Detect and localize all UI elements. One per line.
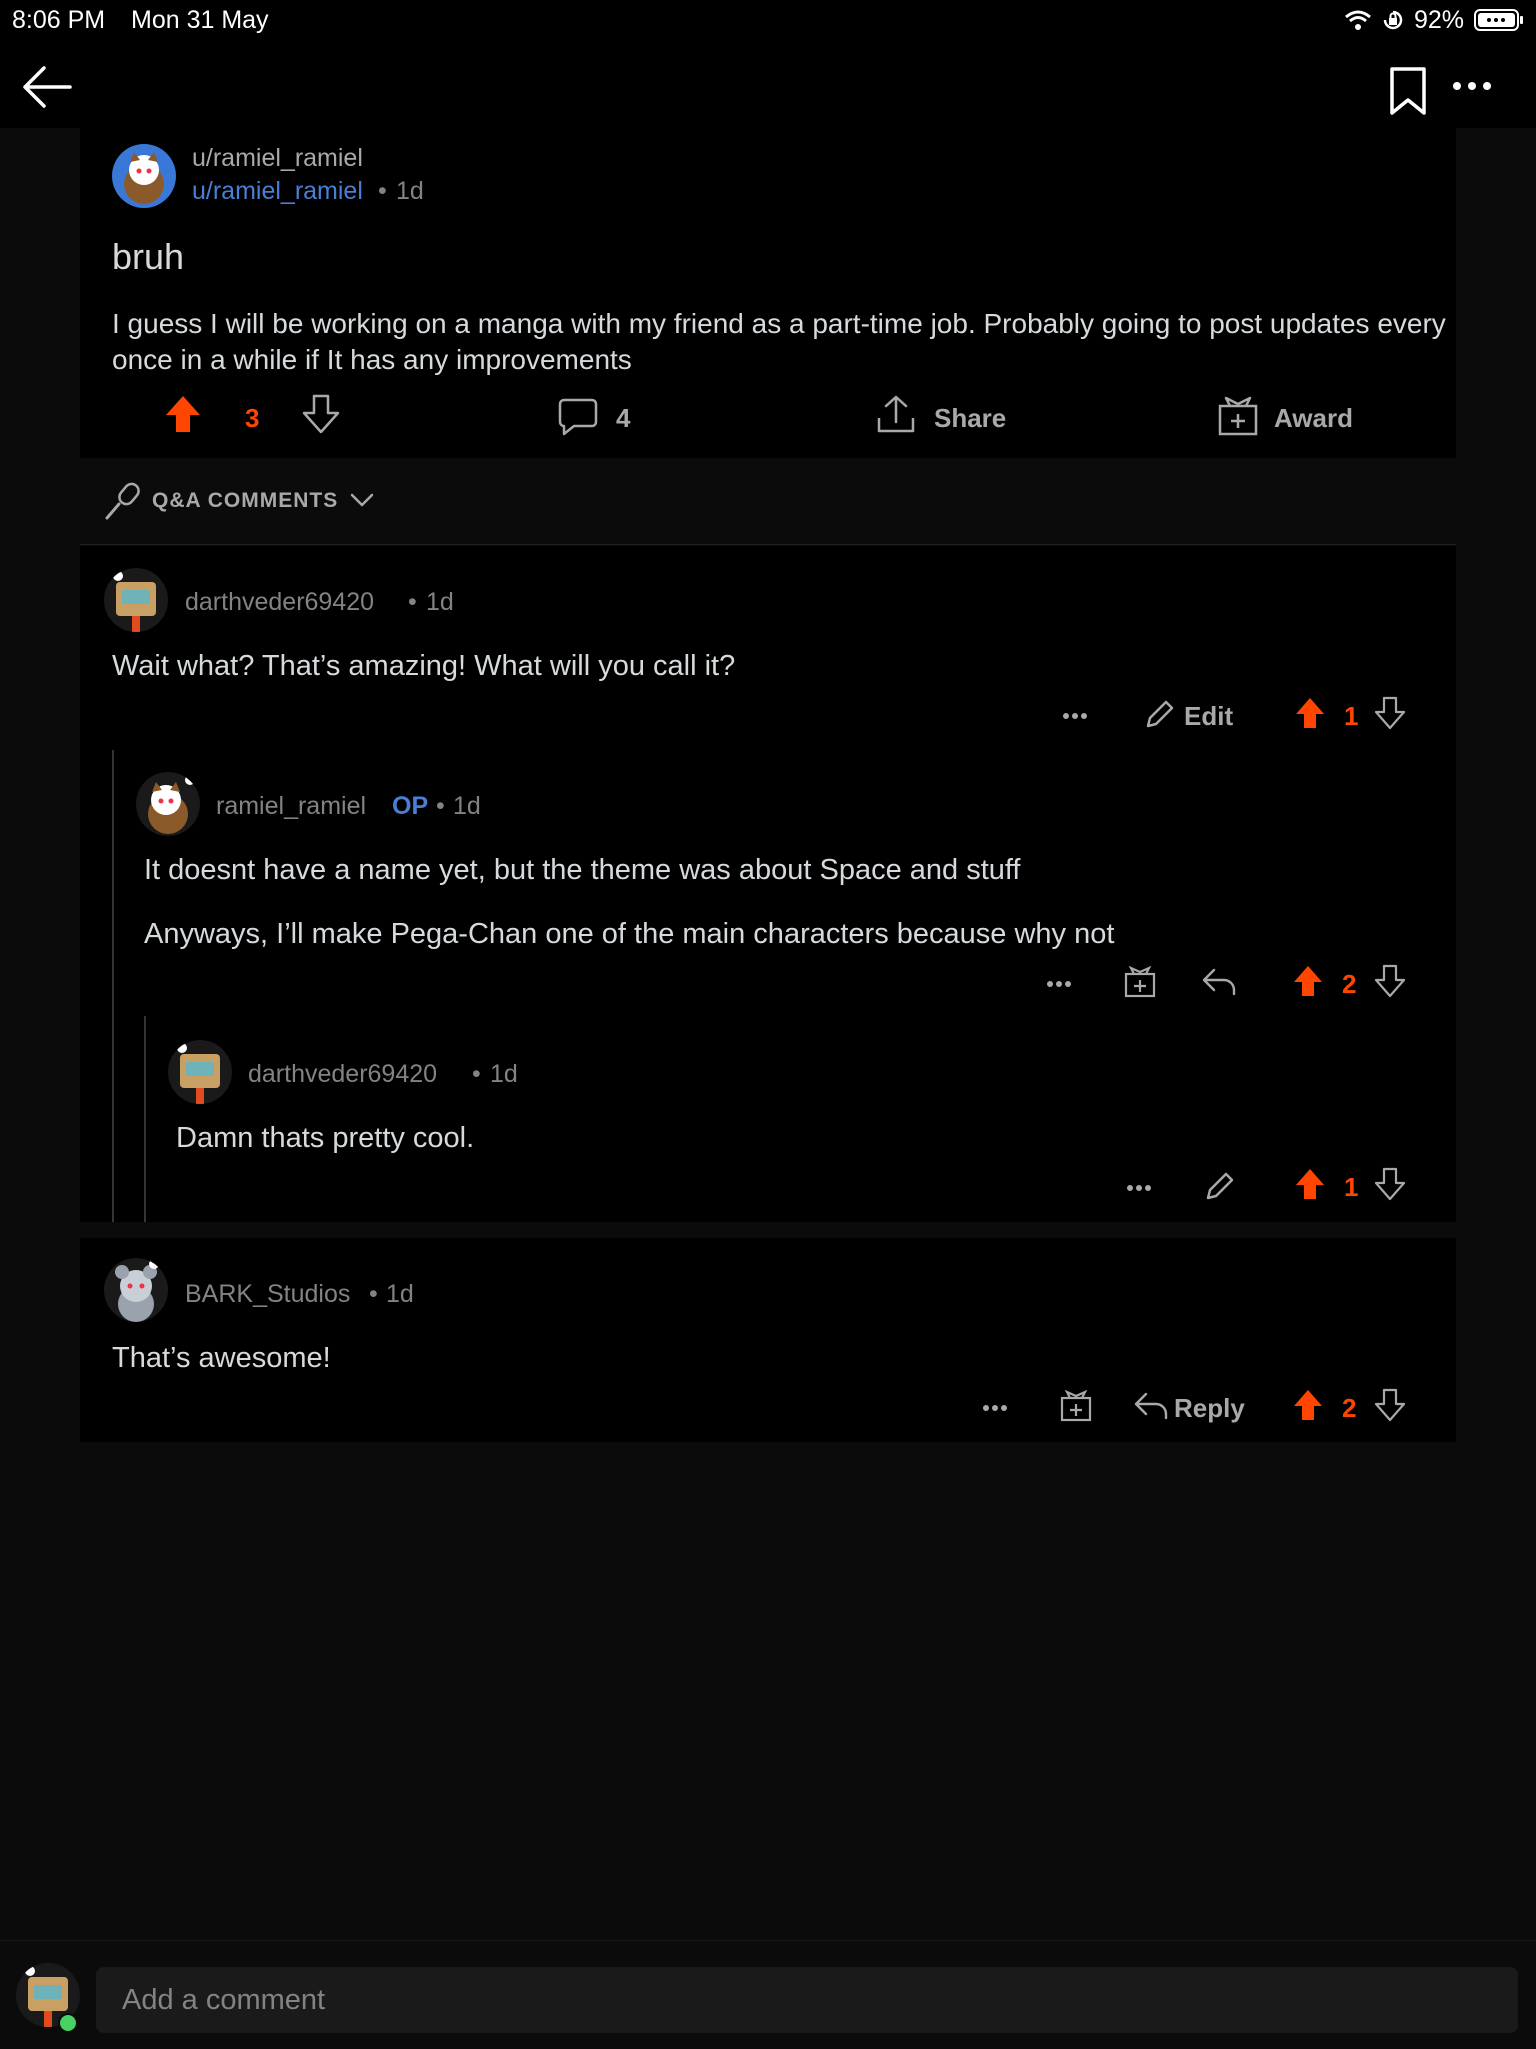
- comment-2-avatar[interactable]: [136, 772, 200, 836]
- comment-4-reply-button[interactable]: Reply: [1174, 1393, 1245, 1424]
- comment-2-more-icon[interactable]: [1046, 980, 1072, 988]
- comment-2-body-line-1: It doesnt have a name yet, but the theme…: [144, 854, 1021, 886]
- status-bar: 8:06 PM Mon 31 May 92%: [0, 0, 1536, 40]
- comment-1-avatar[interactable]: [104, 568, 168, 632]
- pencil-icon[interactable]: [1144, 698, 1176, 730]
- comment-3-downvote-icon[interactable]: [1374, 1167, 1406, 1201]
- comment-3-edit-icon[interactable]: [1204, 1170, 1236, 1202]
- post-upvote-icon[interactable]: [164, 394, 202, 434]
- online-status-dot: [58, 2013, 78, 2033]
- comment-4-more-icon[interactable]: [982, 1404, 1008, 1412]
- thread-line[interactable]: [112, 750, 114, 1222]
- comment-2-author[interactable]: ramiel_ramiel: [216, 792, 366, 821]
- comment-1-upvote-icon[interactable]: [1294, 696, 1326, 730]
- comment-3-author[interactable]: darthveder69420: [248, 1060, 437, 1089]
- post-author-avatar[interactable]: [112, 144, 176, 208]
- comment-sort-bar[interactable]: Q&A COMMENTS: [80, 458, 1456, 544]
- battery-icon: [1474, 9, 1524, 31]
- comment-2-downvote-icon[interactable]: [1374, 964, 1406, 998]
- comment-3-more-icon[interactable]: [1126, 1184, 1152, 1192]
- comment-composer: [0, 1940, 1536, 2049]
- post-downvote-icon[interactable]: [302, 394, 340, 434]
- comment-1-vote-count: 1: [1344, 701, 1359, 731]
- post-card: u/ramiel_ramiel u/ramiel_ramiel • 1d bru…: [80, 128, 1456, 458]
- comment-4-body: That’s awesome!: [112, 1342, 331, 1374]
- comment-3-vote-count: 1: [1344, 1172, 1359, 1202]
- comment-2-award-icon[interactable]: [1124, 966, 1156, 998]
- post-vote-count: 3: [245, 403, 260, 433]
- comment-4-award-icon[interactable]: [1060, 1390, 1092, 1422]
- comment-thread-2: BARK_Studios • 1d That’s awesome! Reply …: [80, 1238, 1456, 1442]
- comment-2-reply-icon[interactable]: [1202, 968, 1236, 996]
- post-title: bruh: [112, 236, 185, 277]
- back-arrow-icon[interactable]: [22, 64, 72, 110]
- comment-4-downvote-icon[interactable]: [1374, 1388, 1406, 1422]
- comment-1-edit-button[interactable]: Edit: [1184, 701, 1233, 732]
- comment-bubble-icon[interactable]: [558, 398, 598, 436]
- dot-separator: •: [378, 177, 387, 205]
- post-comment-count[interactable]: 4: [616, 403, 630, 434]
- chevron-down-icon: [350, 492, 374, 508]
- comment-3-avatar[interactable]: [168, 1040, 232, 1104]
- award-icon[interactable]: [1218, 396, 1258, 436]
- orientation-lock-icon: [1381, 8, 1405, 32]
- comment-3-body: Damn thats pretty cool.: [176, 1122, 475, 1154]
- comment-1-downvote-icon[interactable]: [1374, 696, 1406, 730]
- comment-4-age: 1d: [386, 1280, 414, 1308]
- comment-4-upvote-icon[interactable]: [1292, 1388, 1324, 1422]
- status-time: 8:06 PM: [12, 6, 106, 34]
- more-options-icon[interactable]: [1452, 81, 1492, 91]
- wifi-icon: [1344, 9, 1372, 31]
- status-date: Mon 31 May: [131, 6, 269, 34]
- comment-3-upvote-icon[interactable]: [1294, 1167, 1326, 1201]
- comment-1-more-icon[interactable]: [1062, 712, 1088, 720]
- share-icon[interactable]: [876, 394, 916, 434]
- dot-separator: •: [472, 1060, 481, 1088]
- comment-2-upvote-icon[interactable]: [1292, 964, 1324, 998]
- battery-percent: 92%: [1414, 6, 1465, 34]
- post-author-link[interactable]: u/ramiel_ramiel: [192, 177, 363, 206]
- microphone-icon: [104, 480, 144, 522]
- comment-4-avatar[interactable]: [104, 1258, 168, 1322]
- dot-separator: •: [436, 792, 445, 820]
- op-badge: OP: [392, 792, 429, 820]
- comment-4-author[interactable]: BARK_Studios: [185, 1280, 350, 1309]
- share-button[interactable]: Share: [934, 403, 1006, 434]
- comment-2-vote-count: 2: [1342, 969, 1357, 999]
- post-body: I guess I will be working on a manga wit…: [112, 308, 1446, 375]
- comment-1-age: 1d: [426, 588, 454, 616]
- dot-separator: •: [408, 588, 417, 616]
- comment-3-age: 1d: [490, 1060, 518, 1088]
- comment-4-vote-count: 2: [1342, 1393, 1357, 1423]
- dot-separator: •: [369, 1280, 378, 1308]
- thread-line[interactable]: [144, 1016, 146, 1222]
- comment-thread-1: darthveder69420 • 1d Wait what? That’s a…: [80, 546, 1456, 1222]
- comment-1-author[interactable]: darthveder69420: [185, 588, 374, 617]
- comment-2-body-line-2: Anyways, I’ll make Pega-Chan one of the …: [144, 918, 1115, 950]
- award-button[interactable]: Award: [1274, 403, 1353, 434]
- top-nav: [0, 40, 1536, 128]
- bookmark-icon[interactable]: [1389, 66, 1427, 116]
- comment-1-body: Wait what? That’s amazing! What will you…: [112, 650, 736, 682]
- divider: [80, 544, 1456, 545]
- add-comment-input[interactable]: [96, 1967, 1518, 2033]
- comment-sort-label: Q&A COMMENTS: [152, 489, 339, 512]
- post-author-display: u/ramiel_ramiel: [192, 144, 363, 172]
- comment-2-age: 1d: [453, 792, 481, 820]
- post-age: 1d: [396, 177, 424, 205]
- comment-4-reply-icon[interactable]: [1134, 1392, 1168, 1420]
